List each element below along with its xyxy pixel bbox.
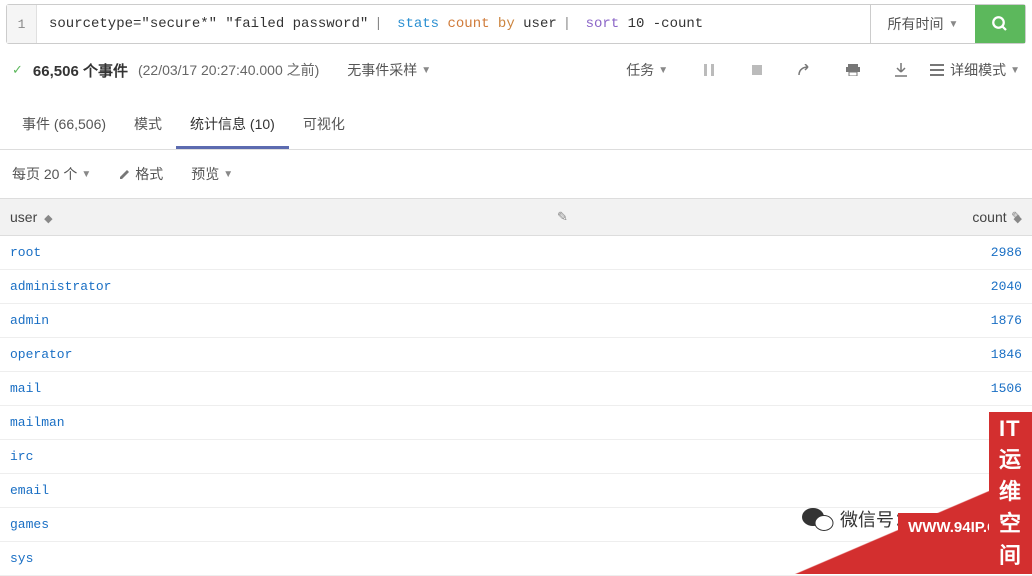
tab-patterns[interactable]: 模式 bbox=[120, 102, 176, 149]
sampling-label: 无事件采样 bbox=[347, 60, 417, 80]
event-time: (22/03/17 20:27:40.000 之前) bbox=[138, 60, 319, 80]
spl-cmd-sort: sort bbox=[586, 16, 620, 32]
stop-button[interactable] bbox=[742, 56, 772, 84]
spl-text-part: sourcetype="secure*" "failed password" bbox=[49, 16, 368, 32]
cell-count[interactable]: 2986 bbox=[578, 236, 1032, 270]
sort-icon: ◆ bbox=[44, 213, 52, 225]
mode-dropdown[interactable]: 详细模式 ▼ bbox=[930, 60, 1020, 80]
line-number: 1 bbox=[7, 5, 37, 43]
sampling-dropdown[interactable]: 无事件采样 ▼ bbox=[347, 60, 431, 80]
cell-user[interactable]: sys bbox=[0, 542, 578, 576]
table-row: sys bbox=[0, 542, 1032, 576]
cell-count[interactable] bbox=[578, 508, 1032, 542]
table-row: mail1506 bbox=[0, 372, 1032, 406]
cell-user[interactable]: irc bbox=[0, 440, 578, 474]
tabs: 事件 (66,506) 模式 统计信息 (10) 可视化 bbox=[0, 102, 1032, 150]
tasks-label: 任务 bbox=[626, 60, 654, 80]
time-range-label: 所有时间 bbox=[888, 14, 944, 34]
download-button[interactable] bbox=[886, 56, 916, 84]
header-label: count bbox=[972, 209, 1006, 225]
cell-user[interactable]: mailman bbox=[0, 406, 578, 440]
table-row: administrator2040 bbox=[0, 270, 1032, 304]
tab-events[interactable]: 事件 (66,506) bbox=[8, 102, 120, 149]
time-range-picker[interactable]: 所有时间 ▼ bbox=[870, 5, 975, 43]
status-bar: ✓ 66,506 个事件 (22/03/17 20:27:40.000 之前) … bbox=[0, 48, 1032, 92]
cell-count[interactable] bbox=[578, 474, 1032, 508]
search-input[interactable]: sourcetype="secure*" "failed password" |… bbox=[37, 5, 870, 43]
spl-pipe: | bbox=[374, 16, 382, 32]
results-controls: 每页 20 个 ▼ 格式 预览 ▼ bbox=[0, 150, 1032, 198]
spl-cmd-count: count bbox=[448, 16, 490, 32]
cell-user[interactable]: email bbox=[0, 474, 578, 508]
pause-icon bbox=[704, 64, 714, 76]
download-icon bbox=[895, 63, 907, 77]
cell-count[interactable]: 1504 bbox=[578, 406, 1032, 440]
table-row: admin1876 bbox=[0, 304, 1032, 338]
cell-user[interactable]: admin bbox=[0, 304, 578, 338]
event-count: 66,506 个事件 bbox=[33, 60, 128, 81]
cell-user[interactable]: root bbox=[0, 236, 578, 270]
edit-column-icon[interactable]: ✎ bbox=[557, 209, 568, 225]
table-row: root2986 bbox=[0, 236, 1032, 270]
cell-user[interactable]: mail bbox=[0, 372, 578, 406]
spl-cmd-by: by bbox=[498, 16, 515, 32]
column-header-count[interactable]: count ◆ ✎ bbox=[578, 199, 1032, 236]
caret-down-icon: ▼ bbox=[421, 65, 431, 76]
table-row: operator1846 bbox=[0, 338, 1032, 372]
spl-pipe: | bbox=[563, 16, 571, 32]
preview-dropdown[interactable]: 预览 ▼ bbox=[191, 164, 233, 184]
table-row: email bbox=[0, 474, 1032, 508]
tab-statistics[interactable]: 统计信息 (10) bbox=[176, 102, 289, 149]
caret-down-icon: ▼ bbox=[1010, 65, 1020, 76]
format-label: 格式 bbox=[135, 164, 163, 184]
tasks-dropdown[interactable]: 任务 ▼ bbox=[626, 60, 668, 80]
format-button[interactable]: 格式 bbox=[119, 164, 163, 184]
cell-count[interactable]: 1288 bbox=[578, 440, 1032, 474]
preview-label: 预览 bbox=[191, 164, 219, 184]
spl-cmd-stats: stats bbox=[397, 16, 439, 32]
tab-visualization[interactable]: 可视化 bbox=[289, 102, 359, 149]
check-icon: ✓ bbox=[12, 62, 23, 78]
results-table: user ◆ ✎ count ◆ ✎ root2986administrator… bbox=[0, 198, 1032, 576]
cell-user[interactable]: operator bbox=[0, 338, 578, 372]
pencil-icon bbox=[119, 168, 131, 180]
table-row: irc1288 bbox=[0, 440, 1032, 474]
edit-column-icon[interactable]: ✎ bbox=[1011, 209, 1022, 225]
cell-count[interactable]: 1876 bbox=[578, 304, 1032, 338]
cell-user[interactable]: administrator bbox=[0, 270, 578, 304]
per-page-label: 每页 20 个 bbox=[12, 164, 77, 184]
list-icon bbox=[930, 64, 944, 76]
per-page-dropdown[interactable]: 每页 20 个 ▼ bbox=[12, 164, 91, 184]
search-icon bbox=[991, 15, 1009, 33]
cell-count[interactable] bbox=[578, 542, 1032, 576]
share-icon bbox=[798, 64, 812, 76]
header-label: user bbox=[10, 209, 37, 225]
cell-count[interactable]: 2040 bbox=[578, 270, 1032, 304]
cell-count[interactable]: 1506 bbox=[578, 372, 1032, 406]
caret-down-icon: ▼ bbox=[658, 65, 668, 76]
print-button[interactable] bbox=[838, 56, 868, 84]
column-header-user[interactable]: user ◆ ✎ bbox=[0, 199, 578, 236]
print-icon bbox=[846, 64, 860, 76]
caret-down-icon: ▼ bbox=[81, 169, 91, 180]
search-button[interactable] bbox=[975, 5, 1025, 43]
cell-user[interactable]: games bbox=[0, 508, 578, 542]
table-row: mailman1504 bbox=[0, 406, 1032, 440]
caret-down-icon: ▼ bbox=[223, 169, 233, 180]
search-bar: 1 sourcetype="secure*" "failed password"… bbox=[6, 4, 1026, 44]
cell-count[interactable]: 1846 bbox=[578, 338, 1032, 372]
share-button[interactable] bbox=[790, 56, 820, 84]
stop-icon bbox=[752, 65, 762, 75]
mode-label: 详细模式 bbox=[950, 60, 1006, 80]
caret-down-icon: ▼ bbox=[949, 19, 959, 30]
spl-user: user bbox=[523, 16, 557, 32]
spl-rest: 10 -count bbox=[628, 16, 704, 32]
pause-button[interactable] bbox=[694, 56, 724, 84]
table-body: root2986administrator2040admin1876operat… bbox=[0, 236, 1032, 576]
table-row: games bbox=[0, 508, 1032, 542]
